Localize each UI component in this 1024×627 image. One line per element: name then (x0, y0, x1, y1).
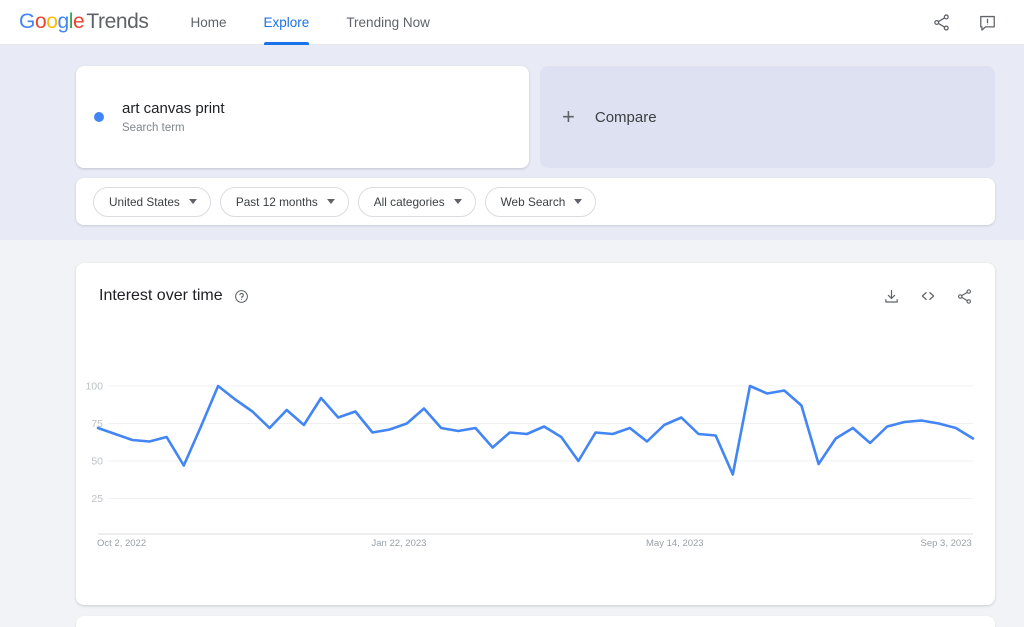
chart-gridlines (108, 385, 973, 499)
y-axis-tick-label: 100 (85, 381, 103, 393)
x-axis-tick-label: Jan 22, 2023 (372, 538, 427, 549)
search-term-type: Search term (122, 122, 185, 134)
chart-line-series (96, 384, 975, 476)
feedback-icon[interactable] (976, 11, 998, 33)
search-type-filter-label: Web Search (500, 194, 566, 209)
nav-item-explore-label: Explore (263, 14, 310, 30)
download-icon[interactable] (883, 288, 900, 305)
chevron-down-icon (326, 199, 335, 204)
location-filter[interactable]: United States (93, 186, 211, 217)
x-axis-tick-label: Sep 3, 2023 (921, 538, 972, 549)
filters-bar: United States Past 12 months All categor… (76, 178, 995, 225)
page-root: Go o g l e Trends Home Explore Trending Now (0, 0, 1024, 627)
time-range-filter[interactable]: Past 12 months (219, 186, 349, 217)
chart-tools (883, 287, 973, 305)
nav-item-explore[interactable]: Explore (263, 0, 310, 45)
location-filter-label: United States (109, 194, 180, 209)
y-axis-tick-label: 75 (91, 418, 103, 430)
y-axis-tick-label: 50 (91, 456, 103, 468)
logo-letter-e: e (73, 10, 85, 33)
x-axis-tick-label: May 14, 2023 (646, 538, 704, 549)
y-axis-tick-label: 25 (91, 493, 103, 505)
series-color-dot (94, 112, 104, 122)
nav-item-home[interactable]: Home (191, 0, 227, 45)
header-actions (930, 11, 998, 33)
nav-item-trending-now-label: Trending Now (346, 14, 430, 30)
logo-letter-o1: o (34, 10, 47, 33)
next-section-card (76, 616, 995, 627)
search-term-label: art canvas print (122, 100, 225, 117)
google-trends-logo[interactable]: Go o g l e Trends (19, 10, 149, 34)
search-term-text: art canvas print Search term (122, 99, 225, 135)
category-filter-label: All categories (373, 194, 445, 209)
interest-over-time-card: Interest over time 100 75 50 25 Oct 2, 2… (76, 263, 995, 605)
help-circle-icon[interactable] (234, 289, 249, 304)
chart-header: Interest over time (99, 287, 973, 305)
nav-item-trending-now[interactable]: Trending Now (346, 0, 430, 45)
chevron-down-icon (574, 199, 583, 204)
time-range-filter-label: Past 12 months (235, 194, 318, 209)
main-nav: Home Explore Trending Now (191, 0, 467, 45)
embed-code-icon[interactable] (919, 287, 937, 305)
x-axis-tick-label: Oct 2, 2022 (97, 538, 146, 549)
compare-button[interactable]: + Compare (540, 66, 995, 168)
chart-title: Interest over time (99, 287, 223, 304)
logo-letter-g: G (19, 10, 35, 33)
chart-x-axis-labels: Oct 2, 2022 Jan 22, 2023 May 14, 2023 Sep 3… (97, 538, 972, 549)
chevron-down-icon (188, 199, 197, 204)
plus-icon: + (562, 104, 575, 129)
nav-item-home-label: Home (190, 14, 227, 30)
compare-label: Compare (594, 108, 657, 126)
search-type-filter[interactable]: Web Search (484, 186, 597, 217)
logo-letter-g2: g (57, 10, 70, 33)
search-term-card[interactable]: art canvas print Search term (76, 66, 529, 168)
logo-product-name: Trends (86, 10, 149, 33)
logo-letter-o2: o (46, 10, 58, 33)
category-filter[interactable]: All categories (357, 186, 476, 217)
chevron-down-icon (453, 199, 462, 204)
share-icon[interactable] (930, 11, 952, 33)
chart-y-axis-labels: 100 75 50 25 (85, 381, 103, 506)
share-icon[interactable] (956, 288, 973, 305)
app-header: Go o g l e Trends Home Explore Trending Now (0, 0, 1024, 45)
interest-over-time-chart[interactable]: 100 75 50 25 Oct 2, 2022 Jan 22, 2023 May 14,… (76, 263, 995, 605)
query-cards-row: art canvas print Search term + Compare (76, 66, 995, 168)
